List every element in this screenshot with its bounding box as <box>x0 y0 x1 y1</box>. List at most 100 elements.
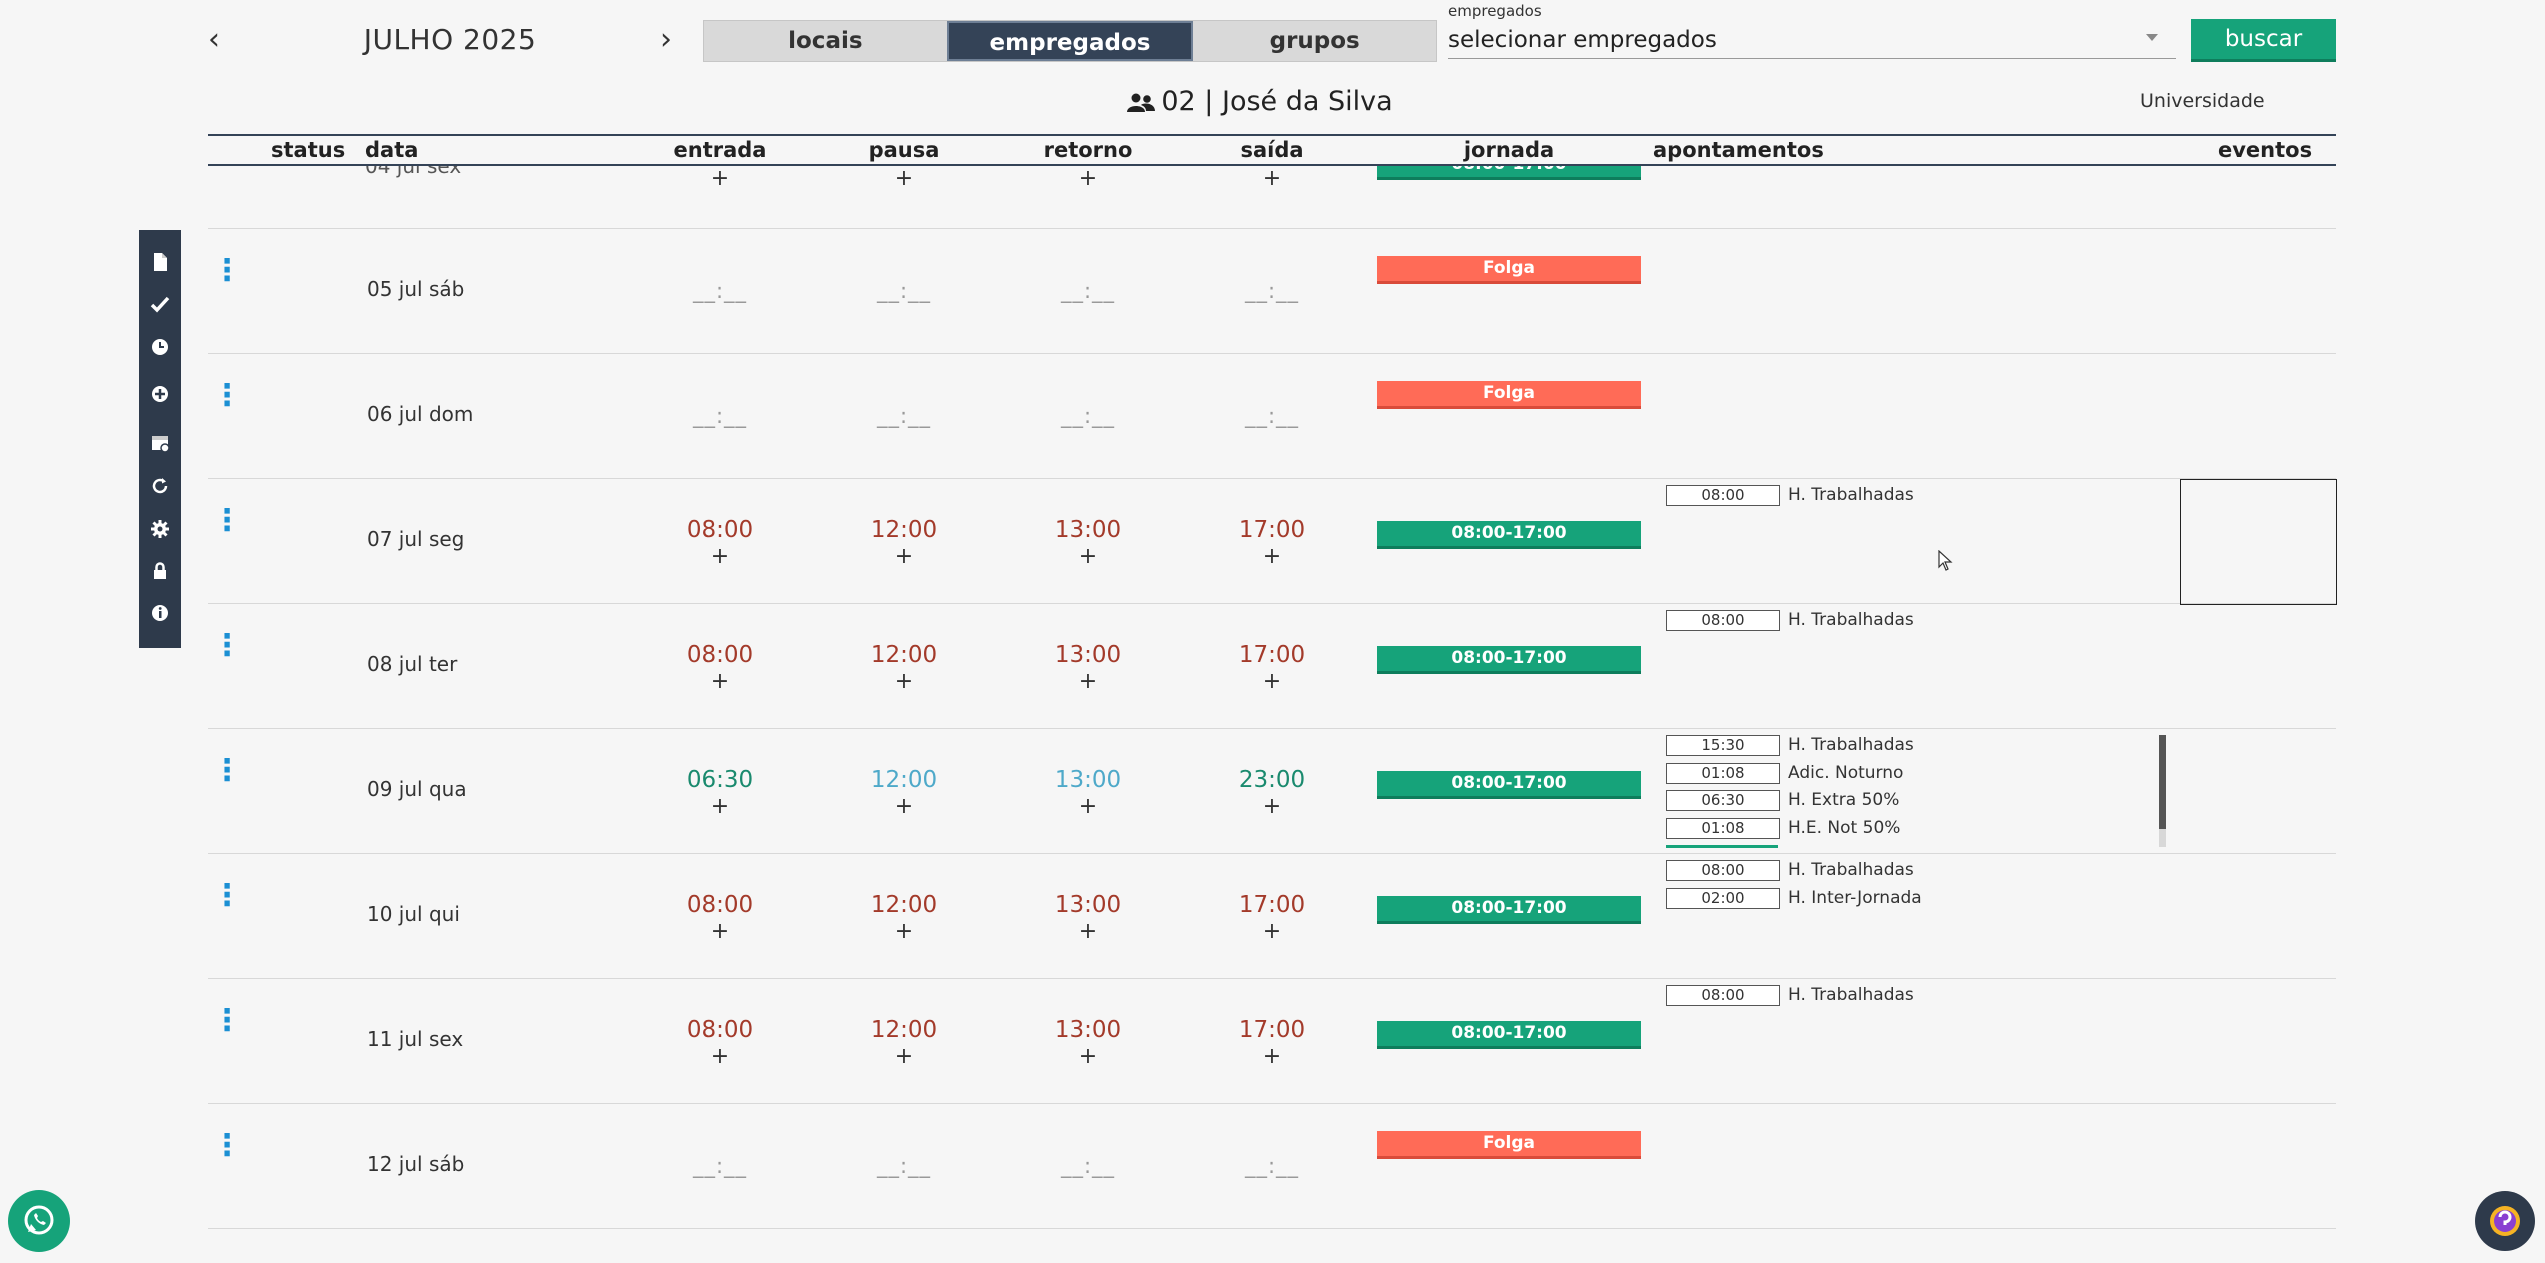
apontamento-value[interactable]: 08:00 <box>1666 610 1780 631</box>
entrada-time[interactable]: 08:00 <box>660 892 780 918</box>
pausa-time[interactable]: 12:00 <box>844 642 964 668</box>
jornada-badge: Folga <box>1377 1131 1641 1159</box>
entrada-empty[interactable]: __:__ <box>660 404 780 428</box>
row-date: 04 jul sex <box>365 166 462 178</box>
retorno-time[interactable]: 13:00 <box>1028 892 1148 918</box>
apontamento-value[interactable]: 01:08 <box>1666 817 1780 839</box>
retorno-empty[interactable]: __:__ <box>1028 1154 1148 1178</box>
row-menu-icon[interactable]: ⋮ <box>212 756 242 786</box>
row-menu-icon[interactable]: ⋮ <box>212 1006 242 1036</box>
clock-icon[interactable] <box>149 336 171 358</box>
add-entrada-button[interactable]: + <box>660 669 780 694</box>
retorno-time[interactable]: 13:00 <box>1028 517 1148 543</box>
apontamento-value[interactable]: 06:30 <box>1666 790 1780 811</box>
add-pausa-button[interactable]: + <box>844 166 964 191</box>
add-pausa-button[interactable]: + <box>844 1044 964 1069</box>
add-entrada-button[interactable]: + <box>660 919 780 944</box>
gear-icon[interactable] <box>149 518 171 540</box>
saida-time[interactable]: 17:00 <box>1212 892 1332 918</box>
tab-empregados[interactable]: empregados <box>946 21 1194 61</box>
event-cell[interactable] <box>2180 479 2337 605</box>
refresh-icon[interactable] <box>149 475 171 497</box>
plus-circle-icon[interactable] <box>149 383 171 405</box>
row-menu-icon[interactable]: ⋮ <box>212 881 242 911</box>
add-entrada-button[interactable]: + <box>660 544 780 569</box>
add-retorno-button[interactable]: + <box>1028 669 1148 694</box>
col-eventos: eventos <box>2218 138 2313 162</box>
pausa-time[interactable]: 12:00 <box>844 767 964 793</box>
chat-button[interactable] <box>2475 1191 2535 1251</box>
tab-grupos[interactable]: grupos <box>1193 21 1436 61</box>
entrada-time[interactable]: 08:00 <box>660 1017 780 1043</box>
saida-time[interactable]: 17:00 <box>1212 1017 1332 1043</box>
add-retorno-button[interactable]: + <box>1028 166 1148 191</box>
file-icon[interactable] <box>149 251 171 273</box>
entrada-time[interactable]: 08:00 <box>660 642 780 668</box>
pausa-empty[interactable]: __:__ <box>844 1154 964 1178</box>
saida-empty[interactable]: __:__ <box>1212 279 1332 303</box>
retorno-time[interactable]: 13:00 <box>1028 1017 1148 1043</box>
add-pausa-button[interactable]: + <box>844 794 964 819</box>
apontamento-value[interactable]: 01:08 <box>1666 762 1780 784</box>
retorno-time[interactable]: 13:00 <box>1028 642 1148 668</box>
pausa-time[interactable]: 12:00 <box>844 892 964 918</box>
row-menu-icon[interactable]: ⋮ <box>212 631 242 661</box>
entrada-empty[interactable]: __:__ <box>660 1154 780 1178</box>
saida-time[interactable]: 23:00 <box>1212 767 1332 793</box>
row-menu-icon[interactable]: ⋮ <box>212 256 242 286</box>
add-pausa-button[interactable]: + <box>844 919 964 944</box>
saida-time[interactable]: 17:00 <box>1212 642 1332 668</box>
add-pausa-button[interactable]: + <box>844 544 964 569</box>
add-saida-button[interactable]: + <box>1212 919 1332 944</box>
add-entrada-button[interactable]: + <box>660 166 780 191</box>
row-menu-icon[interactable]: ⋮ <box>212 1131 242 1161</box>
col-retorno: retorno <box>1043 138 1133 162</box>
add-saida-button[interactable]: + <box>1212 166 1332 191</box>
tab-locais[interactable]: locais <box>704 21 947 61</box>
add-entrada-button[interactable]: + <box>660 1044 780 1069</box>
add-saida-button[interactable]: + <box>1212 669 1332 694</box>
add-saida-button[interactable]: + <box>1212 544 1332 569</box>
row-menu-icon[interactable]: ⋮ <box>212 381 242 411</box>
add-saida-button[interactable]: + <box>1212 1044 1332 1069</box>
pausa-time[interactable]: 12:00 <box>844 517 964 543</box>
lock-icon[interactable] <box>149 560 171 582</box>
saida-empty[interactable]: __:__ <box>1212 404 1332 428</box>
apontamento-value[interactable]: 02:00 <box>1666 887 1780 909</box>
add-retorno-button[interactable]: + <box>1028 919 1148 944</box>
add-pausa-button[interactable]: + <box>844 669 964 694</box>
retorno-empty[interactable]: __:__ <box>1028 279 1148 303</box>
employee-select[interactable]: selecionar empregados <box>1448 22 2176 59</box>
col-saida: saída <box>1240 138 1304 162</box>
apontamento-value[interactable]: 08:00 <box>1666 860 1780 881</box>
apontamento-value[interactable]: 08:00 <box>1666 485 1780 506</box>
pausa-empty[interactable]: __:__ <box>844 404 964 428</box>
retorno-empty[interactable]: __:__ <box>1028 404 1148 428</box>
info-icon[interactable] <box>149 602 171 624</box>
pausa-empty[interactable]: __:__ <box>844 279 964 303</box>
prev-month-button[interactable]: ‹ <box>208 22 220 58</box>
apontamento-value[interactable]: 15:30 <box>1666 735 1780 756</box>
whatsapp-button[interactable] <box>8 1190 70 1252</box>
entrada-time[interactable]: 06:30 <box>660 767 780 793</box>
saida-time[interactable]: 17:00 <box>1212 517 1332 543</box>
employee-name: José da Silva <box>1221 86 1393 117</box>
check-icon[interactable] <box>149 293 171 315</box>
add-saida-button[interactable]: + <box>1212 794 1332 819</box>
saida-empty[interactable]: __:__ <box>1212 1154 1332 1178</box>
add-retorno-button[interactable]: + <box>1028 794 1148 819</box>
add-retorno-button[interactable]: + <box>1028 1044 1148 1069</box>
chevron-down-icon[interactable] <box>2146 34 2158 41</box>
apontamentos-scrollbar[interactable] <box>2159 735 2166 847</box>
retorno-time[interactable]: 13:00 <box>1028 767 1148 793</box>
add-retorno-button[interactable]: + <box>1028 544 1148 569</box>
entrada-empty[interactable]: __:__ <box>660 279 780 303</box>
entrada-time[interactable]: 08:00 <box>660 517 780 543</box>
next-month-button[interactable]: › <box>660 22 672 58</box>
calendar-icon[interactable] <box>149 432 171 454</box>
pausa-time[interactable]: 12:00 <box>844 1017 964 1043</box>
add-entrada-button[interactable]: + <box>660 794 780 819</box>
row-menu-icon[interactable]: ⋮ <box>212 506 242 536</box>
search-button[interactable]: buscar <box>2191 19 2336 62</box>
apontamento-value[interactable]: 08:00 <box>1666 985 1780 1006</box>
